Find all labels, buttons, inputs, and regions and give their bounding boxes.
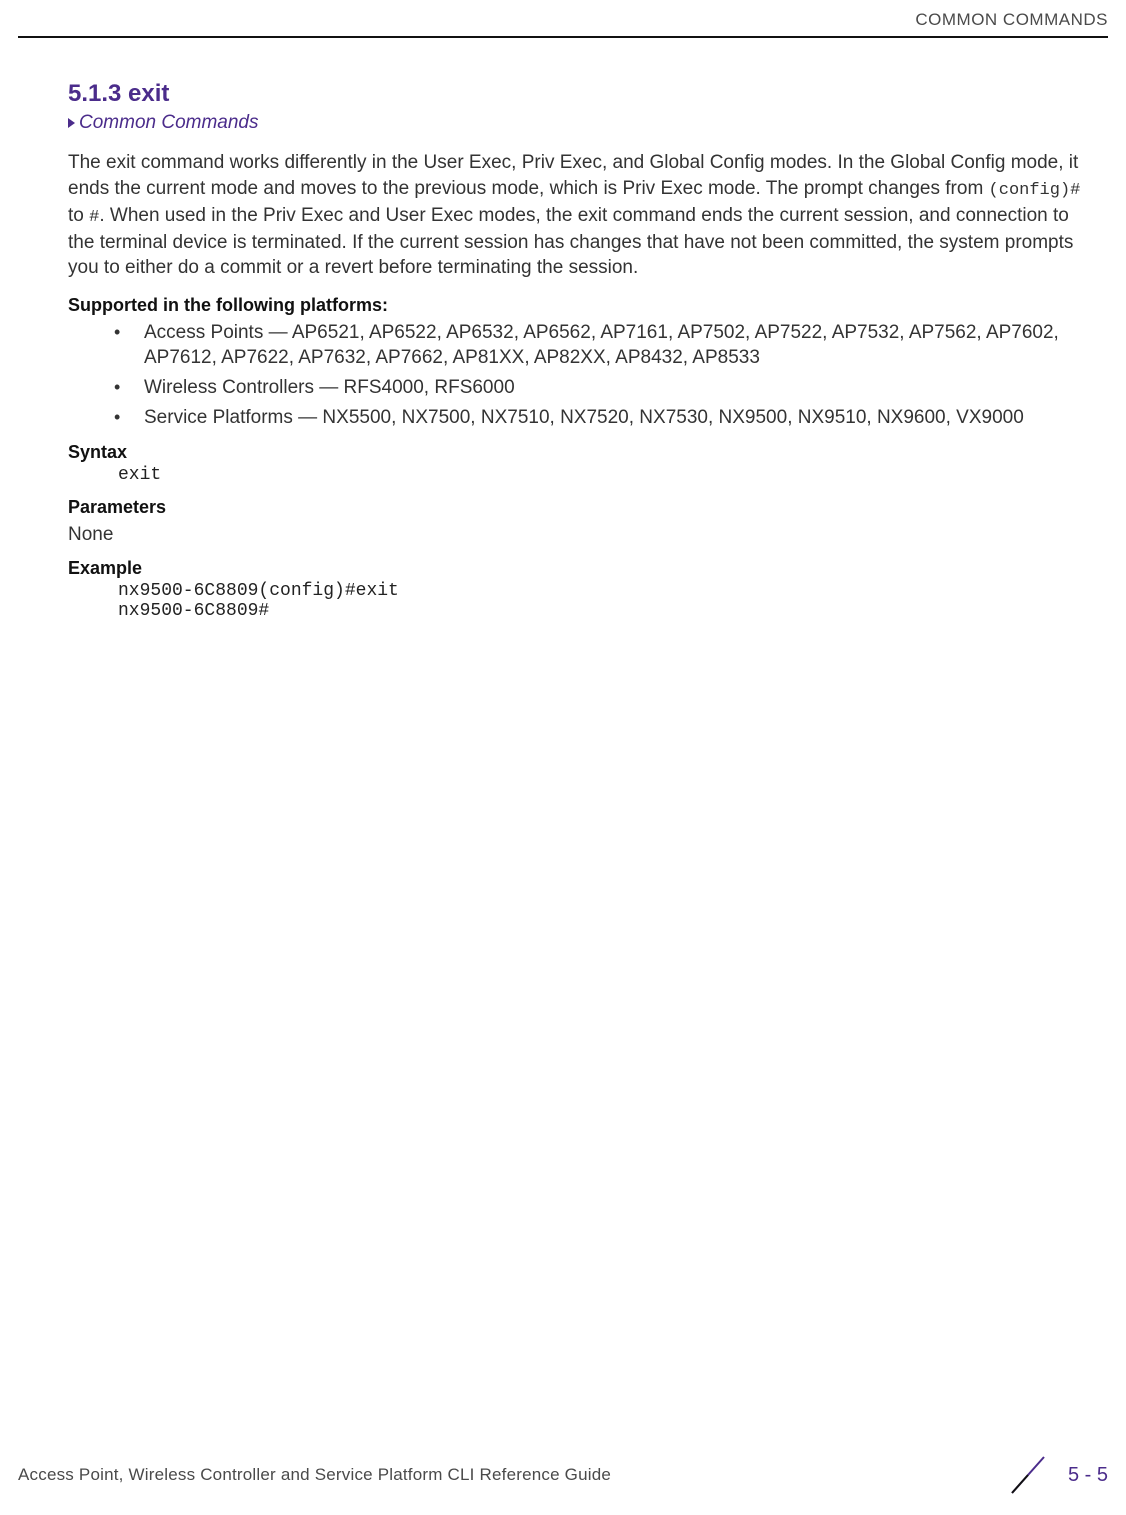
para-text: to: [68, 205, 89, 226]
syntax-heading: Syntax: [68, 442, 1096, 463]
slash-icon: [1006, 1453, 1050, 1497]
page-header: COMMON COMMANDS: [0, 0, 1126, 38]
breadcrumb: Common Commands: [68, 112, 1096, 134]
list-item: Service Platforms — NX5500, NX7500, NX75…: [114, 405, 1096, 431]
page-number: 5 - 5: [1068, 1464, 1108, 1487]
parameters-heading: Parameters: [68, 497, 1096, 518]
supported-list: Access Points — AP6521, AP6522, AP6532, …: [68, 320, 1096, 431]
para-text: . When used in the Priv Exec and User Ex…: [68, 205, 1073, 279]
triangle-right-icon: [68, 118, 75, 128]
list-item: Access Points — AP6521, AP6522, AP6532, …: [114, 320, 1096, 371]
supported-heading: Supported in the following platforms:: [68, 295, 1096, 316]
footer-right: 5 - 5: [1006, 1453, 1108, 1497]
running-head: COMMON COMMANDS: [0, 10, 1126, 36]
section-heading: 5.1.3 exit: [68, 80, 1096, 108]
page: COMMON COMMANDS 5.1.3 exit Common Comman…: [0, 0, 1126, 1515]
para-text: The exit command works differently in th…: [68, 152, 1078, 199]
page-footer: Access Point, Wireless Controller and Se…: [18, 1453, 1108, 1497]
description-paragraph: The exit command works differently in th…: [68, 150, 1096, 281]
footer-title: Access Point, Wireless Controller and Se…: [18, 1465, 611, 1485]
list-item: Wireless Controllers — RFS4000, RFS6000: [114, 375, 1096, 401]
syntax-code: exit: [118, 465, 1096, 485]
breadcrumb-link[interactable]: Common Commands: [79, 112, 259, 134]
parameters-value: None: [68, 524, 1096, 546]
example-code: nx9500-6C8809(config)#exit nx9500-6C8809…: [118, 581, 1096, 621]
page-content: 5.1.3 exit Common Commands The exit comm…: [68, 80, 1096, 621]
inline-code: #: [89, 208, 99, 227]
inline-code: (config)#: [989, 181, 1081, 200]
header-rule: [18, 36, 1108, 38]
example-heading: Example: [68, 558, 1096, 579]
